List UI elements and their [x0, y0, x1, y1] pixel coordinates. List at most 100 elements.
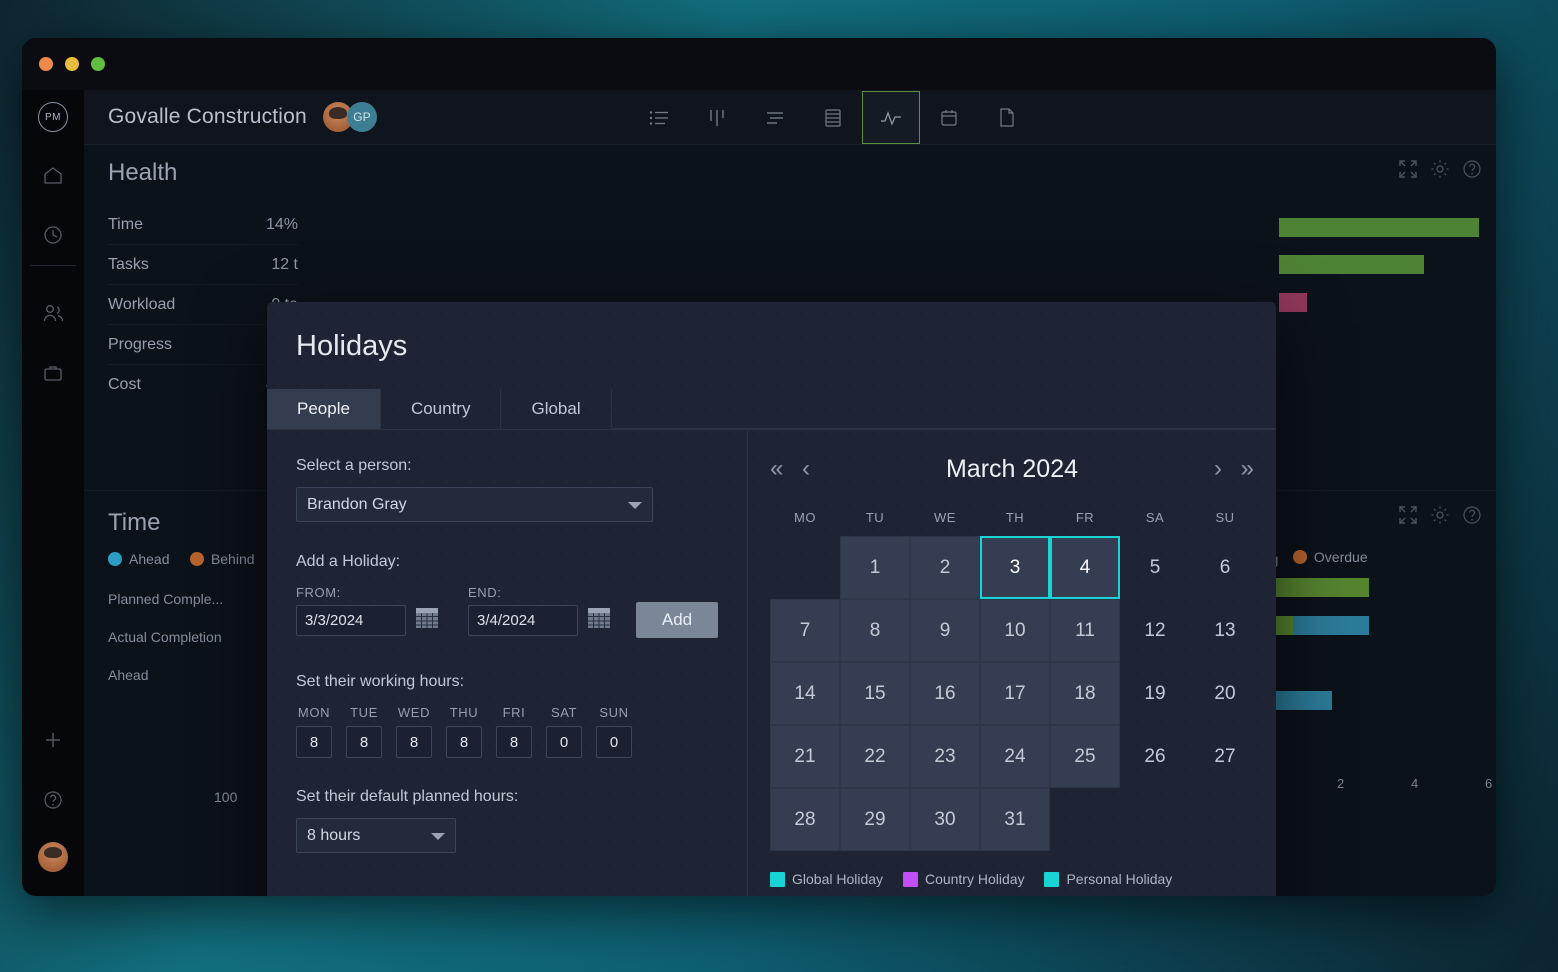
calendar-day-28[interactable]: 28	[770, 788, 840, 851]
working-hours-cell-sat: SAT 0	[546, 705, 582, 758]
tab-country[interactable]: Country	[381, 389, 502, 429]
calendar-day-8[interactable]: 8	[840, 599, 910, 662]
calendar-icon[interactable]	[587, 607, 611, 634]
help-circle-icon[interactable]	[1462, 159, 1482, 184]
calendar-day-16[interactable]: 16	[910, 662, 980, 725]
calendar-day-24[interactable]: 24	[980, 725, 1050, 788]
calendar-header: « ‹ March 2024 › »	[748, 455, 1276, 495]
tab-global[interactable]: Global	[501, 389, 612, 429]
health-bar	[1279, 218, 1479, 237]
expand-icon[interactable]	[1398, 159, 1418, 184]
hours-input[interactable]: 8	[396, 726, 432, 758]
calendar-day-27[interactable]: 27	[1190, 725, 1260, 788]
day-header: SA	[1145, 510, 1165, 525]
dashboard-view-icon[interactable]	[862, 91, 920, 144]
calendar-view-icon[interactable]	[920, 90, 978, 145]
calendar-day-2[interactable]: 2	[910, 536, 980, 599]
calendar-day-25[interactable]: 25	[1050, 725, 1120, 788]
calendar-day-5[interactable]: 5	[1120, 536, 1190, 599]
list-view-icon[interactable]	[630, 90, 688, 145]
axis-tick: 100	[214, 789, 238, 805]
gantt-view-icon[interactable]	[746, 90, 804, 145]
app-logo[interactable]: PM	[22, 89, 84, 145]
calendar-day-22[interactable]: 22	[840, 725, 910, 788]
person-select[interactable]: Brandon Gray	[296, 487, 653, 522]
legend-label: Personal Holiday	[1066, 871, 1173, 887]
gear-icon[interactable]	[1430, 159, 1450, 184]
calendar-day-15[interactable]: 15	[840, 662, 910, 725]
calendar-day-9[interactable]: 9	[910, 599, 980, 662]
calendar-day-18[interactable]: 18	[1050, 662, 1120, 725]
member-avatars[interactable]: GP	[322, 102, 381, 132]
app-header: PM Govalle Construction GP	[22, 89, 1496, 145]
legend-item: Ahead	[108, 551, 169, 567]
dialog-title: Holidays	[296, 330, 408, 362]
day-header: TH	[1005, 510, 1025, 525]
calendar-day-6[interactable]: 6	[1190, 536, 1260, 599]
day-label: MON	[297, 705, 331, 720]
calendar-grid: MO TU WE TH FR SA SU 1 2 3 4 5 6 7 8 9 10 11 12 13 14…	[770, 510, 1260, 851]
legend-item: Behind	[189, 551, 255, 567]
calendar-day-4[interactable]: 4	[1050, 536, 1120, 599]
logo-label: PM	[45, 111, 61, 123]
avatar-initials[interactable]: GP	[346, 102, 377, 132]
calendar-day-20[interactable]: 20	[1190, 662, 1260, 725]
calendar-day-23[interactable]: 23	[910, 725, 980, 788]
calendar-day-30[interactable]: 30	[910, 788, 980, 851]
hours-input[interactable]: 8	[446, 726, 482, 758]
tab-people[interactable]: People	[267, 389, 381, 429]
add-holiday-button[interactable]: Add	[636, 602, 718, 638]
calendar-day-29[interactable]: 29	[840, 788, 910, 851]
people-icon[interactable]	[22, 283, 84, 343]
row-label: Planned Comple...	[108, 591, 224, 607]
calendar-day-3[interactable]: 3	[980, 536, 1050, 599]
working-hours-cell-wed: WED 8	[396, 705, 432, 758]
calendar-day-11[interactable]: 11	[1050, 599, 1120, 662]
end-date-input[interactable]: 3/4/2024	[468, 605, 578, 636]
help-icon[interactable]	[22, 770, 84, 830]
window-close-button[interactable]	[39, 57, 53, 71]
calendar-day-26[interactable]: 26	[1120, 725, 1190, 788]
default-hours-select[interactable]: 8 hours	[296, 818, 456, 853]
hours-input[interactable]: 0	[596, 726, 632, 758]
from-date-input[interactable]: 3/3/2024	[296, 605, 406, 636]
next-year-button[interactable]: »	[1241, 457, 1254, 481]
window-minimize-button[interactable]	[65, 57, 79, 71]
help-circle-icon[interactable]	[1462, 505, 1482, 530]
task-bar	[1293, 616, 1369, 635]
expand-icon[interactable]	[1398, 505, 1418, 530]
calendar-day-14[interactable]: 14	[770, 662, 840, 725]
calendar-day-19[interactable]: 19	[1120, 662, 1190, 725]
hours-input[interactable]: 0	[546, 726, 582, 758]
user-avatar[interactable]	[38, 842, 68, 872]
gear-icon[interactable]	[1430, 505, 1450, 530]
hours-input[interactable]: 8	[496, 726, 532, 758]
tab-filler	[611, 389, 1276, 429]
hours-input[interactable]: 8	[346, 726, 382, 758]
window-maximize-button[interactable]	[91, 57, 105, 71]
sheet-view-icon[interactable]	[804, 90, 862, 145]
holiday-form-pane: Select a person: Brandon Gray Add a Holi…	[267, 429, 747, 896]
briefcase-icon[interactable]	[22, 343, 84, 403]
calendar-day-13[interactable]: 13	[1190, 599, 1260, 662]
calendar-day-12[interactable]: 12	[1120, 599, 1190, 662]
plus-icon[interactable]	[22, 710, 84, 770]
files-view-icon[interactable]	[978, 90, 1036, 145]
calendar-month-title: March 2024	[945, 455, 1079, 483]
chevron-down-icon	[431, 832, 445, 840]
calendar-day-31[interactable]: 31	[980, 788, 1050, 851]
clock-icon[interactable]	[22, 205, 84, 265]
calendar-week-row: 14 15 16 17 18 19 20	[770, 662, 1260, 725]
day-header: TU	[865, 510, 885, 525]
home-icon[interactable]	[22, 145, 84, 205]
calendar-day-17[interactable]: 17	[980, 662, 1050, 725]
next-month-button[interactable]: ›	[1214, 457, 1222, 481]
board-view-icon[interactable]	[688, 90, 746, 145]
calendar-day-1[interactable]: 1	[840, 536, 910, 599]
hours-input[interactable]: 8	[296, 726, 332, 758]
calendar-icon[interactable]	[415, 607, 439, 634]
calendar-day-21[interactable]: 21	[770, 725, 840, 788]
calendar-day-10[interactable]: 10	[980, 599, 1050, 662]
legend-swatch	[902, 871, 918, 887]
calendar-day-7[interactable]: 7	[770, 599, 840, 662]
